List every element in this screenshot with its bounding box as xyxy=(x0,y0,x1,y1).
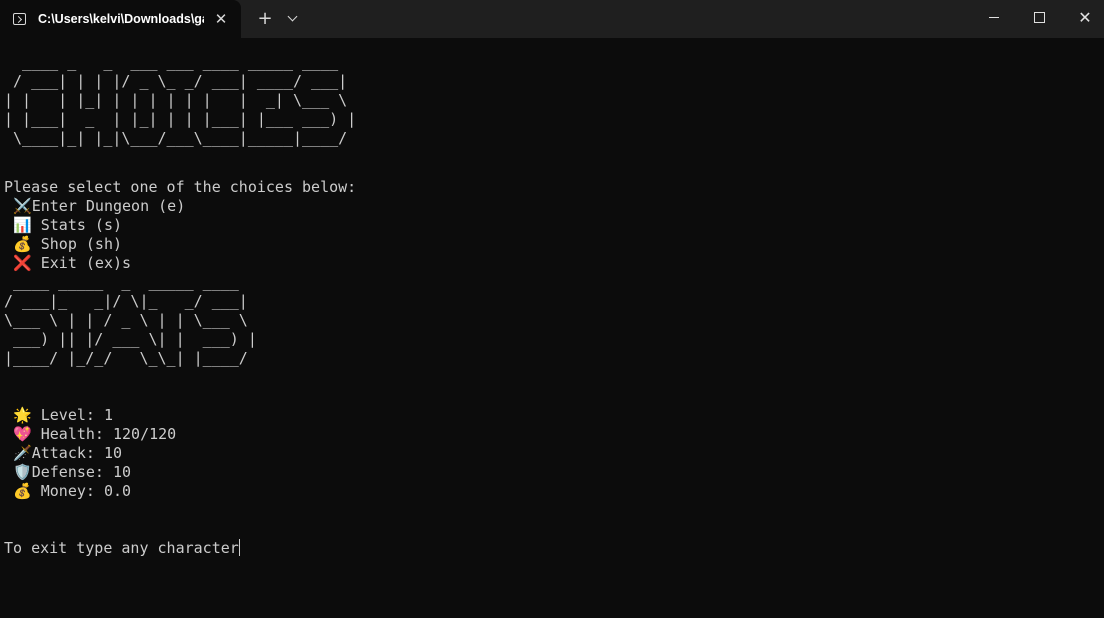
tab-close-icon[interactable]: ✕ xyxy=(212,10,230,28)
exit-prompt: To exit type any character xyxy=(4,539,239,557)
menu-item-exit: ❌ Exit (ex)s xyxy=(13,254,132,272)
money-bag-icon: 💰 xyxy=(13,482,32,500)
menu-item-enter-dungeon: ⚔️Enter Dungeon (e) xyxy=(13,197,186,215)
terminal-output[interactable]: ____ _ _ ___ ___ ____ _____ ____ / ___| … xyxy=(0,38,1104,618)
text-cursor xyxy=(238,539,240,556)
swords-icon: ⚔️ xyxy=(13,197,32,215)
terminal-icon xyxy=(13,13,26,25)
money-bag-icon: 💰 xyxy=(13,235,32,253)
stat-level: 🌟 Level: 1 xyxy=(13,406,113,424)
stat-money: 💰 Money: 0.0 xyxy=(13,482,132,500)
chevron-down-icon[interactable] xyxy=(285,12,301,26)
terminal-tab[interactable]: C:\Users\kelvi\Downloads\gar ✕ xyxy=(0,0,241,38)
cross-mark-icon: ❌ xyxy=(13,254,32,272)
shield-icon: 🛡️ xyxy=(13,463,32,481)
exit-prompt-line[interactable]: To exit type any character xyxy=(4,539,240,558)
star-icon: 🌟 xyxy=(13,406,32,424)
new-tab-button[interactable]: + xyxy=(255,9,275,29)
minimize-button[interactable] xyxy=(971,0,1017,34)
close-window-button[interactable]: ✕ xyxy=(1062,0,1104,34)
heart-icon: 💖 xyxy=(13,425,32,443)
menu-item-stats: 📊 Stats (s) xyxy=(13,216,123,234)
choices-ascii-banner: ____ _ _ ___ ___ ____ _____ ____ / ___| … xyxy=(4,53,357,147)
tab-title: C:\Users\kelvi\Downloads\gar xyxy=(38,12,204,26)
stat-defense: 🛡️Defense: 10 xyxy=(13,463,132,481)
stat-attack: 🗡️Attack: 10 xyxy=(13,444,123,462)
dagger-icon: 🗡️ xyxy=(13,444,32,462)
menu-prompt: Please select one of the choices below: xyxy=(4,178,357,196)
title-bar: C:\Users\kelvi\Downloads\gar ✕ + ✕ xyxy=(0,0,1104,38)
stat-health: 💖 Health: 120/120 xyxy=(13,425,177,443)
maximize-button[interactable] xyxy=(1016,0,1062,34)
menu-item-shop: 💰 Shop (sh) xyxy=(13,235,123,253)
bar-chart-icon: 📊 xyxy=(13,216,32,234)
stats-ascii-banner: ____ _____ _ _____ ____ / ___|_ _|/ \|_ … xyxy=(4,273,257,367)
